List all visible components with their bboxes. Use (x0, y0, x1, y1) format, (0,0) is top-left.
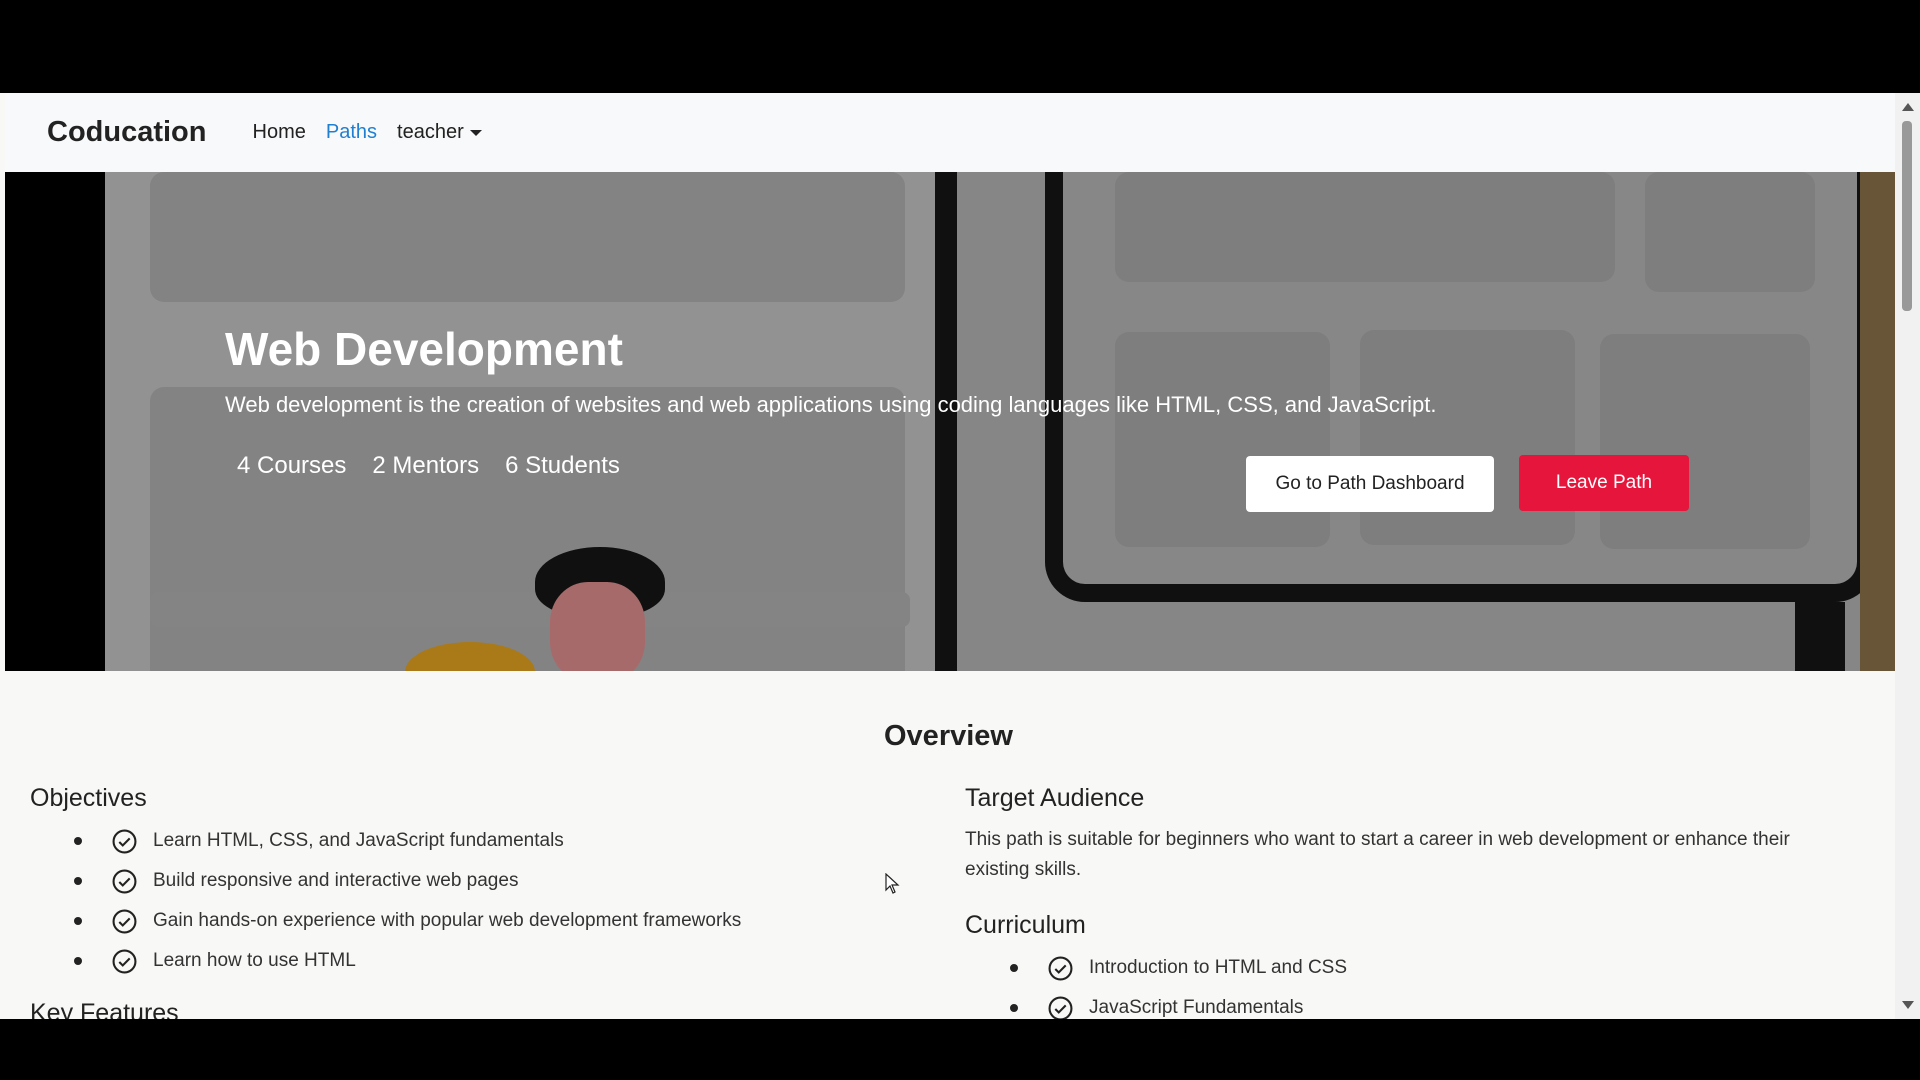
path-description: Web development is the creation of websi… (225, 392, 1437, 417)
list-item: Learn how to use HTML (74, 941, 741, 981)
brand-logo[interactable]: Coducation (47, 116, 207, 149)
stat-students: 6 Students (505, 452, 620, 479)
curriculum-heading: Curriculum (965, 911, 1086, 939)
stat-mentors: 2 Mentors (372, 452, 480, 479)
target-audience-text: This path is suitable for beginners who … (965, 829, 1790, 880)
list-item: JavaScript Fundamentals (1010, 988, 1347, 1019)
check-circle-icon (1048, 956, 1073, 980)
scroll-down-icon[interactable] (1902, 1001, 1914, 1009)
nav-links: Home Paths teacher (253, 121, 482, 144)
user-menu-label: teacher (397, 121, 464, 143)
scroll-thumb[interactable] (1902, 121, 1912, 311)
key-features-heading: Key Features (30, 999, 179, 1019)
page: Coducation Home Paths teacher Web Develo… (0, 93, 1920, 1019)
check-circle-icon (112, 949, 137, 973)
list-item: Gain hands-on experience with popular we… (74, 901, 741, 941)
leave-path-button[interactable]: Leave Path (1519, 455, 1689, 511)
stat-courses: 4 Courses (237, 452, 347, 479)
nav-link-home[interactable]: Home (253, 121, 306, 144)
caret-down-icon (469, 129, 482, 136)
list-item: Build responsive and interactive web pag… (74, 861, 741, 901)
check-circle-icon (112, 909, 137, 933)
check-circle-icon (1048, 996, 1073, 1019)
list-item: Learn HTML, CSS, and JavaScript fundamen… (74, 821, 741, 861)
scroll-up-icon[interactable] (1902, 103, 1914, 111)
check-circle-icon (112, 869, 137, 893)
mouse-cursor-icon (885, 873, 900, 894)
objectives-list: Learn HTML, CSS, and JavaScript fundamen… (74, 821, 741, 981)
user-menu-dropdown[interactable]: teacher (397, 121, 482, 144)
vertical-scrollbar[interactable] (1895, 93, 1920, 1019)
navbar: Coducation Home Paths teacher (5, 93, 1895, 172)
check-circle-icon (112, 829, 137, 853)
page-title: Web Development (225, 323, 623, 375)
curriculum-list: Introduction to HTML and CSS JavaScript … (1010, 948, 1347, 1019)
go-to-dashboard-button[interactable]: Go to Path Dashboard (1246, 456, 1494, 512)
overview-title: Overview (884, 720, 1013, 752)
target-audience-heading: Target Audience (965, 784, 1145, 812)
nav-link-paths[interactable]: Paths (326, 121, 377, 144)
list-item: Introduction to HTML and CSS (1010, 948, 1347, 988)
hero-banner: Web Development Web development is the c… (5, 172, 1895, 671)
objectives-heading: Objectives (30, 784, 147, 812)
